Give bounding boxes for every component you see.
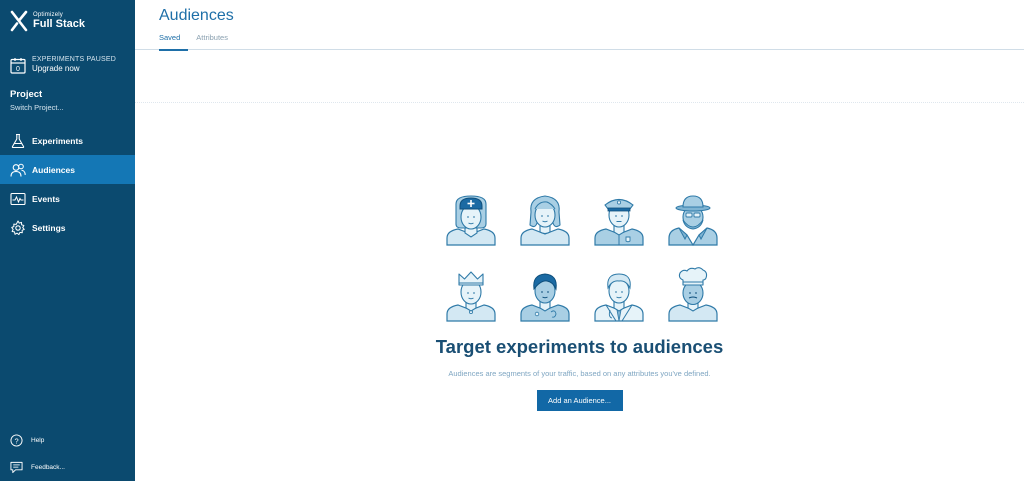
main-content: Audiences Saved Attributes Target experi… (135, 0, 1024, 481)
project-section: Project Switch Project... (0, 89, 135, 112)
app: Optimizely Full Stack 0 EXPERIMENTS PAUS… (0, 0, 1024, 481)
sidebar-item-label: Events (32, 193, 60, 204)
woman-avatar-icon (519, 195, 570, 246)
help-icon: ? (10, 434, 23, 447)
gear-icon (11, 220, 25, 235)
experiments-paused-banner[interactable]: 0 EXPERIMENTS PAUSED Upgrade now (0, 44, 135, 76)
sidebar-item-experiments[interactable]: Experiments (0, 126, 135, 155)
divider (135, 102, 1024, 103)
chef-avatar-icon (667, 267, 718, 322)
detective-avatar-icon (667, 195, 718, 246)
optimizely-logo-icon (10, 10, 28, 32)
flask-icon (11, 133, 25, 148)
empty-state-title: Target experiments to audiences (435, 336, 724, 357)
paused-status-text: EXPERIMENTS PAUSED (32, 56, 116, 64)
feedback-link[interactable]: Feedback... (0, 454, 135, 481)
switch-project-link[interactable]: Switch Project... (10, 103, 125, 112)
upgrade-now-link[interactable]: Upgrade now (32, 64, 116, 73)
page-header: Audiences Saved Attributes (135, 0, 1024, 51)
empty-state: Target experiments to audiences Audience… (135, 190, 1024, 411)
audience-illustration (443, 190, 721, 322)
sidebar-item-label: Settings (32, 222, 66, 233)
calendar-icon: 0 (10, 57, 26, 74)
sidebar-bottom-nav: ? Help Feedback... (0, 427, 135, 481)
empty-state-subtitle: Audiences are segments of your traffic, … (448, 369, 711, 378)
events-icon (10, 192, 26, 205)
king-avatar-icon (445, 271, 496, 322)
feedback-label: Feedback... (31, 464, 65, 471)
sidebar-item-events[interactable]: Events (0, 184, 135, 213)
sidebar-item-label: Audiences (32, 164, 75, 175)
tab-bar: Saved Attributes (159, 33, 1024, 51)
project-label: Project (10, 89, 43, 100)
help-link[interactable]: ? Help (0, 427, 135, 454)
brand-logo[interactable]: Optimizely Full Stack (0, 0, 135, 34)
page-title: Audiences (159, 7, 234, 24)
police-officer-avatar-icon (593, 198, 644, 246)
brand-product-name: Full Stack (33, 18, 85, 30)
add-audience-button[interactable]: Add an Audience... (536, 390, 623, 411)
svg-text:0: 0 (16, 66, 20, 73)
sidebar: Optimizely Full Stack 0 EXPERIMENTS PAUS… (0, 0, 135, 481)
help-label: Help (31, 437, 45, 444)
tab-saved[interactable]: Saved (159, 33, 189, 51)
sidebar-item-settings[interactable]: Settings (0, 213, 135, 242)
feedback-icon (10, 461, 23, 474)
sidebar-item-label: Experiments (32, 135, 84, 146)
sidebar-item-audiences[interactable]: Audiences (0, 155, 135, 184)
tab-attributes[interactable]: Attributes (196, 33, 236, 51)
doctor-avatar-icon (593, 273, 644, 322)
sidebar-nav: Experiments Audiences Events Settings (0, 126, 135, 242)
people-icon (10, 163, 26, 177)
nurse-avatar-icon (445, 195, 496, 246)
svg-text:?: ? (14, 436, 18, 445)
student-avatar-icon (519, 273, 570, 322)
